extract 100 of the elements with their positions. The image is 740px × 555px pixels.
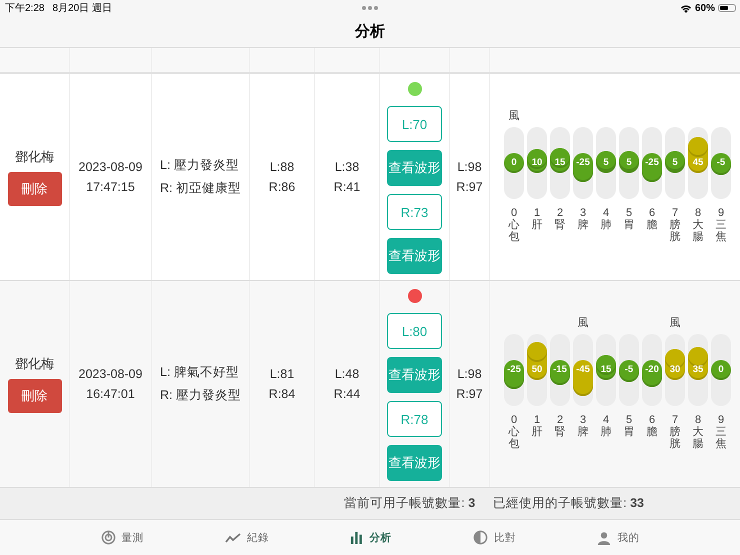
table-cell: R:41 — [334, 180, 360, 194]
meridian-number: 8 — [694, 414, 702, 426]
reading-button[interactable]: L:70 — [387, 106, 442, 142]
meridian-number: 1 — [534, 414, 540, 426]
type-label: R: 壓力發炎型 — [160, 387, 241, 404]
meridian-value: 5 — [626, 157, 632, 169]
table-cell: L:98 — [457, 160, 482, 174]
user-name: 鄧化梅 — [15, 355, 54, 373]
view-waveform-button[interactable]: 查看波形 — [387, 445, 442, 481]
tab[interactable]: 我的 — [591, 520, 646, 555]
meridian-value: -5 — [624, 364, 634, 376]
meridian-name: 脾 — [578, 219, 588, 232]
meridian-number: 4 — [602, 414, 610, 426]
meridian-value: -20 — [645, 364, 659, 376]
battery-percent: 60% — [694, 2, 715, 14]
meridian-value: 35 — [692, 364, 704, 376]
tab[interactable]: 紀錄 — [219, 520, 276, 555]
meridian-value: 30 — [670, 364, 680, 376]
meridian-name: 心包 — [508, 426, 520, 450]
delete-button[interactable]: 刪除 — [8, 379, 62, 413]
meridian-value: 5 — [603, 157, 609, 169]
meridian-value: -5 — [716, 157, 726, 169]
record-date: 2023-08-09 — [78, 367, 142, 381]
meridian-value: 50 — [532, 364, 542, 376]
page-title: 分析 — [355, 22, 385, 41]
meridian-value: 0 — [511, 157, 517, 169]
meridian-name: 膀胱 — [670, 219, 680, 244]
meridian-name: 脾 — [578, 426, 588, 438]
reading-button[interactable]: R:78 — [387, 401, 442, 437]
gauge-icon — [100, 530, 116, 545]
meridian-number: 3 — [580, 207, 586, 219]
tab[interactable]: 比對 — [466, 520, 522, 555]
meridian-number: 0 — [510, 414, 518, 426]
delete-button[interactable]: 刪除 — [8, 172, 62, 206]
account-count: 已經使用的子帳號數量: 33 — [493, 495, 644, 512]
meridian-name: 三焦 — [716, 219, 726, 244]
meridian-number: 9 — [718, 414, 724, 426]
meridian-number: 2 — [556, 207, 564, 219]
meridian-number: 2 — [556, 414, 564, 426]
meridian-value: 0 — [718, 364, 724, 376]
meridian-value: 45 — [692, 157, 704, 169]
meridian-name: 肺 — [600, 426, 612, 438]
record-time: 16:47:01 — [86, 387, 135, 401]
half-circle-icon — [472, 530, 488, 545]
wind-label: 風 — [508, 109, 520, 124]
wifi-icon — [680, 4, 692, 12]
view-waveform-button[interactable]: 查看波形 — [387, 238, 442, 274]
table-cell: L:48 — [334, 367, 360, 381]
meridian-number: 4 — [602, 207, 610, 219]
meridian-number: 6 — [648, 414, 656, 426]
meridian-value: 5 — [672, 157, 678, 169]
table-cell: R:97 — [456, 180, 483, 194]
meridian-number: 3 — [580, 414, 586, 426]
type-label: L: 脾氣不好型 — [160, 364, 239, 381]
meridian-number: 5 — [626, 207, 632, 219]
status-time: 下午2:28 — [5, 2, 44, 15]
meridian-name: 肺 — [600, 219, 612, 232]
view-waveform-button[interactable]: 查看波形 — [387, 150, 442, 186]
meridian-name: 膽 — [646, 426, 658, 438]
table-cell: L:38 — [334, 160, 360, 174]
tab[interactable]: 分析 — [344, 520, 398, 555]
meridian-name: 膀胱 — [670, 426, 680, 450]
meridian-number: 1 — [534, 207, 540, 219]
meridian-name: 肝 — [532, 219, 542, 232]
tab[interactable]: 量測 — [94, 520, 150, 555]
bar-chart-icon — [350, 531, 364, 544]
type-label: R: 初亞健康型 — [160, 180, 241, 197]
table-cell: L:98 — [457, 367, 482, 381]
meridian-value: 10 — [532, 157, 542, 169]
meridian-number: 8 — [694, 207, 702, 219]
reading-button[interactable]: R:73 — [387, 194, 442, 230]
meridian-number: 0 — [510, 207, 518, 219]
table-cell: R:84 — [268, 387, 296, 401]
meridian-number: 7 — [672, 414, 678, 426]
table-cell: R:97 — [456, 387, 483, 401]
reading-button[interactable]: L:80 — [387, 313, 442, 349]
type-label: L: 壓力發炎型 — [160, 157, 239, 174]
view-waveform-button[interactable]: 查看波形 — [387, 357, 442, 393]
meridian-number: 5 — [626, 414, 632, 426]
battery-icon — [718, 4, 736, 12]
line-chart-icon — [225, 532, 242, 544]
wind-label: 風 — [578, 316, 588, 331]
meridian-value: -25 — [645, 157, 659, 169]
meridian-value: 15 — [600, 364, 612, 376]
table-cell: R:86 — [268, 180, 296, 194]
meridian-number: 6 — [648, 207, 656, 219]
meridian-name: 胃 — [624, 426, 634, 438]
meridian-name: 肝 — [532, 426, 542, 438]
meridian-name: 膽 — [646, 219, 658, 232]
person-icon — [597, 530, 612, 544]
meridian-name: 胃 — [624, 219, 634, 232]
meridian-name: 大腸 — [692, 219, 704, 244]
account-count: 當前可用子帳號數量: 3 — [344, 495, 476, 512]
table-cell: R:44 — [334, 387, 360, 401]
meridian-name: 三焦 — [716, 426, 726, 450]
meridian-value: 15 — [554, 157, 566, 169]
record-date: 2023-08-09 — [78, 160, 142, 174]
user-name: 鄧化梅 — [15, 148, 54, 166]
record-time: 17:47:15 — [86, 180, 135, 194]
more-dots-icon — [362, 6, 378, 10]
